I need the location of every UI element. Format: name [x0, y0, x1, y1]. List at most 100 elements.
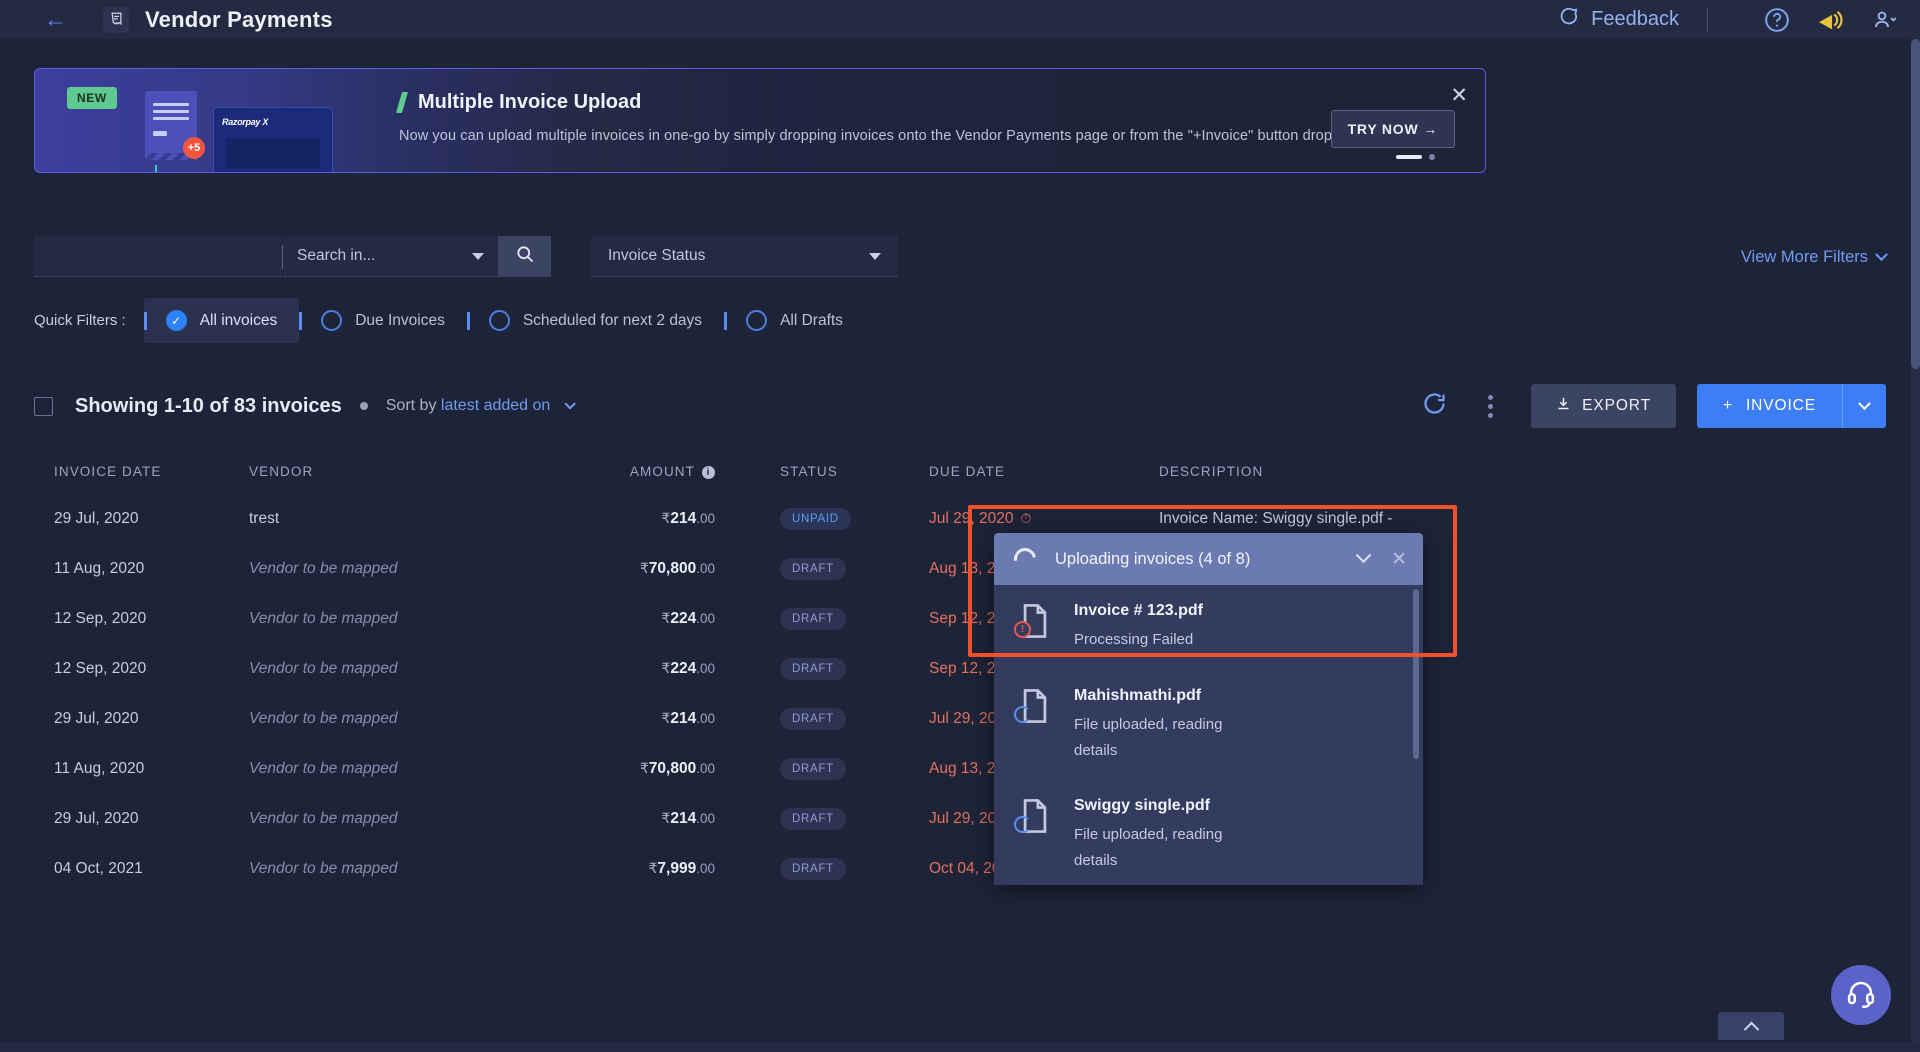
upload-file-status: File uploaded, reading details: [1074, 826, 1223, 870]
headset-icon: [1846, 978, 1876, 1013]
count-badge: +5: [183, 137, 205, 159]
megaphone-icon[interactable]: [1818, 7, 1844, 33]
error-icon: !: [1014, 621, 1031, 638]
chat-bubble-icon: [1557, 6, 1579, 34]
cell-amount: ₹214.00: [661, 710, 715, 727]
page-title: Vendor Payments: [145, 6, 333, 32]
results-count: Showing 1-10 of 83 invoices: [75, 394, 342, 417]
close-icon[interactable]: ✕: [1391, 550, 1407, 569]
upload-file-item: Mahishmathi.pdf File uploaded, reading de…: [994, 670, 1423, 781]
column-due-date: DUE DATE: [929, 463, 1006, 479]
select-all-checkbox[interactable]: [34, 396, 53, 416]
loading-spinner-icon: [1009, 543, 1041, 575]
table-row[interactable]: 12 Sep, 2020 Vendor to be mapped ₹224.00 DR…: [34, 594, 1920, 644]
support-chat-button[interactable]: [1831, 965, 1891, 1025]
header-actions: Feedback: [1557, 6, 1898, 34]
cell-vendor: Vendor to be mapped: [249, 710, 398, 727]
cell-invoice-date: 12 Sep, 2020: [54, 660, 147, 677]
banner-close-icon[interactable]: ✕: [1450, 85, 1468, 106]
status-badge: DRAFT: [780, 658, 846, 680]
back-arrow-icon[interactable]: ←: [44, 8, 67, 31]
sort-control[interactable]: Sort by latest added on: [386, 397, 576, 415]
cell-invoice-date: 29 Jul, 2020: [54, 810, 139, 827]
table-row[interactable]: 29 Jul, 2020 Vendor to be mapped ₹214.00 DR…: [34, 794, 1920, 844]
loading-spinner-icon: [1014, 705, 1031, 723]
feedback-button[interactable]: Feedback: [1557, 6, 1679, 34]
banner-carousel-dots[interactable]: [1396, 154, 1435, 160]
view-more-filters-button[interactable]: View More Filters: [1740, 248, 1888, 267]
add-invoice-button[interactable]: + INVOICE: [1697, 384, 1886, 428]
chevron-up-icon: [1743, 1021, 1759, 1037]
quick-filter-label: All Drafts: [780, 311, 843, 329]
chevron-down-icon[interactable]: [1355, 546, 1372, 563]
table-row[interactable]: 11 Aug, 2020 Vendor to be mapped ₹70,800.0…: [34, 544, 1920, 594]
cell-amount: ₹214.00: [661, 810, 715, 827]
feedback-label: Feedback: [1591, 8, 1679, 30]
search-input[interactable]: [34, 236, 282, 277]
upload-file-name: Swiggy single.pdf: [1074, 797, 1211, 815]
add-invoice-label: INVOICE: [1745, 397, 1816, 414]
quick-filter-label: All invoices: [199, 311, 278, 329]
view-more-filters-label: View More Filters: [1740, 248, 1868, 266]
cell-status: DRAFT: [749, 608, 929, 630]
scroll-to-top-button[interactable]: [1718, 1012, 1784, 1040]
radio-icon: [321, 310, 343, 331]
table-row[interactable]: 29 Jul, 2020 Vendor to be mapped ₹214.00 DR…: [34, 694, 1920, 744]
user-chevron-icon[interactable]: [1872, 7, 1898, 33]
carousel-dot[interactable]: [1429, 154, 1435, 160]
cell-status: DRAFT: [749, 658, 929, 680]
plus-icon: +: [1723, 397, 1733, 414]
quick-filter-all-invoices[interactable]: ✓ All invoices: [143, 298, 300, 343]
add-invoice-dropdown-toggle[interactable]: [1842, 384, 1886, 428]
refresh-icon[interactable]: [1421, 390, 1448, 422]
column-status: STATUS: [780, 463, 838, 479]
upload-list-scrollbar[interactable]: [1413, 589, 1419, 759]
cell-vendor: Vendor to be mapped: [249, 860, 398, 877]
sort-value: latest added on: [440, 397, 551, 414]
banner-subtitle: Now you can upload multiple invoices in …: [399, 128, 1368, 144]
try-now-button[interactable]: TRY NOW →: [1330, 110, 1455, 148]
banner-title: Multiple Invoice Upload: [418, 91, 642, 113]
invoice-status-dropdown[interactable]: Invoice Status: [591, 236, 898, 277]
status-badge: DRAFT: [780, 608, 846, 630]
status-badge: UNPAID: [780, 508, 851, 530]
kebab-menu-icon[interactable]: [1488, 394, 1494, 418]
status-badge: DRAFT: [780, 808, 846, 830]
help-circle-icon[interactable]: [1764, 7, 1790, 33]
table-row[interactable]: 12 Sep, 2020 Vendor to be mapped ₹224.00 DR…: [34, 644, 1920, 694]
table-row[interactable]: 11 Aug, 2020 Vendor to be mapped ₹70,800.0…: [34, 744, 1920, 794]
search-scope-dropdown[interactable]: Search in...: [283, 236, 498, 277]
cell-vendor: Vendor to be mapped: [249, 810, 398, 827]
export-button[interactable]: EXPORT: [1531, 384, 1676, 428]
quick-filter-scheduled[interactable]: Scheduled for next 2 days: [466, 298, 724, 343]
carousel-dot-active[interactable]: [1396, 155, 1422, 159]
cell-status: DRAFT: [749, 558, 929, 580]
search-filter-row: Search in... Invoice Status: [34, 236, 898, 277]
promo-banner: NEW +5 Razorpay X Multiple Invoice Uploa…: [34, 68, 1486, 173]
banner-illustration: NEW +5 Razorpay X: [35, 69, 415, 172]
cell-status: DRAFT: [749, 758, 929, 780]
cell-invoice-date: 29 Jul, 2020: [54, 710, 139, 727]
search-button[interactable]: [498, 236, 551, 277]
column-amount-label: AMOUNT: [629, 463, 695, 479]
column-invoice-date: INVOICE DATE: [54, 463, 162, 479]
download-icon: [1556, 396, 1571, 416]
table-row[interactable]: 04 Oct, 2021 Vendor to be mapped ₹7,999.00…: [34, 844, 1920, 894]
upload-file-status: File uploaded, reading details: [1074, 715, 1223, 759]
quick-filter-all-drafts[interactable]: All Drafts: [724, 298, 865, 343]
table-row[interactable]: 29 Jul, 2020 trest ₹214.00 UNPAID Jul 29, 20…: [34, 494, 1920, 544]
cell-invoice-date: 12 Sep, 2020: [54, 610, 147, 627]
separator-dot: [359, 402, 368, 410]
cell-status: DRAFT: [749, 858, 929, 880]
app-header: ← Vendor Payments Feedback: [0, 0, 1920, 39]
column-vendor: VENDOR: [249, 463, 314, 479]
cell-invoice-date: 11 Aug, 2020: [54, 760, 145, 777]
radio-icon: [746, 310, 768, 331]
search-scope-label: Search in...: [297, 247, 376, 264]
banner-title-row: Multiple Invoice Upload: [395, 91, 1367, 114]
status-badge: DRAFT: [780, 858, 846, 880]
status-badge: DRAFT: [780, 708, 846, 730]
info-icon[interactable]: i: [702, 465, 715, 479]
quick-filter-due-invoices[interactable]: Due Invoices: [299, 298, 467, 343]
cell-invoice-date: 11 Aug, 2020: [54, 560, 145, 577]
